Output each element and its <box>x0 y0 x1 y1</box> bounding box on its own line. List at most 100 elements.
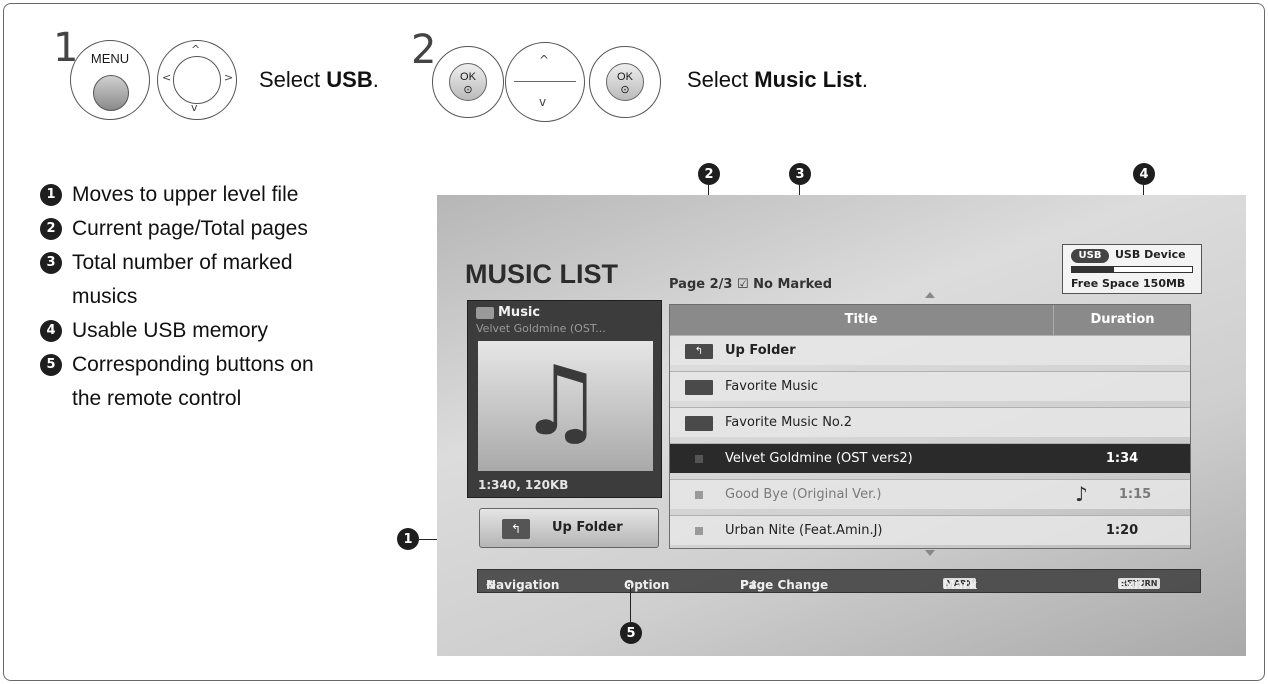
legend-item-4: 4 Usable USB memory <box>40 314 268 348</box>
menu-button-illustration: MENU <box>70 40 150 120</box>
legend-text: Total number of marked <box>72 251 293 274</box>
mark-label: Mark <box>943 578 977 592</box>
row-duration: 1:20 <box>1105 523 1139 538</box>
album-art: ♫ <box>478 341 653 471</box>
legend-badge: 2 <box>40 218 62 240</box>
legend-text-cont: the remote control <box>72 387 242 410</box>
dpad-center <box>173 56 221 104</box>
scroll-up-icon[interactable] <box>925 292 935 298</box>
now-playing-track: Velvet Goldmine (OST... <box>476 322 606 335</box>
music-icon <box>476 307 494 319</box>
table-row-selected[interactable]: Velvet Goldmine (OST vers2) 1:34 <box>670 443 1190 473</box>
row-name: Favorite Music No.2 <box>725 415 853 430</box>
mark-checkbox[interactable] <box>695 491 703 499</box>
up-folder-icon: ↰ <box>502 519 530 539</box>
step-2-suffix: . <box>861 67 868 92</box>
usb-space-bar <box>1071 266 1193 273</box>
now-playing-label: Music <box>498 305 541 320</box>
table-row[interactable]: ↰ Up Folder <box>670 335 1190 365</box>
chevron-down-icon: v <box>191 101 198 114</box>
legend-text: Corresponding buttons on <box>72 353 314 376</box>
ok-label: OK <box>460 71 476 83</box>
legend-item-3: 3 Total number of marked musics <box>40 246 293 314</box>
mark-checkbox[interactable] <box>695 455 703 463</box>
step-1-instruction: Select USB. <box>259 67 379 93</box>
chevron-up-icon: ^ <box>539 53 550 67</box>
ok-knob: OK ⊙ <box>449 63 487 101</box>
ok-label: OK <box>617 71 633 83</box>
exit-label: Exit <box>1118 578 1144 592</box>
music-note-icon: ♫ <box>518 345 605 457</box>
tv-screen: MUSIC LIST Page 2/3 ☑ No Marked USB USB … <box>437 195 1246 656</box>
ok-button-illustration-2: OK ⊙ <box>589 46 661 118</box>
step-2-number: 2 <box>411 27 437 73</box>
legend-badge: 4 <box>40 320 62 342</box>
up-down-illustration: ^ v <box>505 42 585 122</box>
row-name: Favorite Music <box>725 379 819 394</box>
music-file-table: Title Duration ↰ Up Folder Favorite Musi… <box>669 304 1191 549</box>
step-2-prefix: Select <box>687 67 755 92</box>
table-header: Title Duration <box>670 305 1190 335</box>
table-row[interactable]: Urban Nite (Feat.Amin.J) 1:20 <box>670 515 1190 545</box>
legend-item-5: 5 Corresponding buttons on the remote cont… <box>40 348 314 416</box>
usb-free-space: Free Space 150MB <box>1071 277 1186 290</box>
callout-2: 2 <box>698 163 720 185</box>
step-2-target: Music List <box>754 67 862 92</box>
legend-badge: 1 <box>40 184 62 206</box>
row-name: Urban Nite (Feat.Amin.J) <box>725 523 883 538</box>
now-playing-panel: Music Velvet Goldmine (OST... ♫ 1:340, 1… <box>467 300 662 498</box>
chevron-up-icon: ^ <box>191 43 201 56</box>
divider <box>514 81 576 82</box>
mark-checkbox[interactable] <box>695 527 703 535</box>
legend-text: Current page/Total pages <box>72 217 308 240</box>
dpad-illustration: ^ < > v <box>157 40 237 120</box>
nav-label: Navigation <box>486 578 560 592</box>
legend-badge: 5 <box>40 354 62 376</box>
row-duration: 1:15 <box>1118 487 1152 502</box>
legend-text-cont: musics <box>72 285 138 308</box>
column-title: Title <box>844 312 878 327</box>
callout-4: 4 <box>1133 163 1155 185</box>
menu-label: MENU <box>90 51 130 66</box>
legend-text: Usable USB memory <box>72 319 269 342</box>
callout-5: 5 <box>620 622 642 644</box>
callout-1: 1 <box>397 528 419 550</box>
step-1-suffix: . <box>372 67 379 92</box>
usb-space-fill <box>1072 267 1114 272</box>
step-1-target: USB <box>326 67 373 92</box>
row-name: Good Bye (Original Ver.) <box>725 487 882 502</box>
legend-badge: 3 <box>40 252 62 274</box>
now-playing-info: 1:340, 120KB <box>478 478 569 492</box>
table-row[interactable]: Good Bye (Original Ver.) ♪ 1:15 <box>670 479 1190 509</box>
scroll-down-icon[interactable] <box>925 550 935 556</box>
up-folder-label: Up Folder <box>552 520 623 535</box>
row-name: Up Folder <box>725 343 796 358</box>
callout-3: 3 <box>789 163 811 185</box>
legend-text: Moves to upper level file <box>72 183 299 206</box>
page-change-label: Page Change <box>740 578 829 592</box>
chevron-right-icon: > <box>224 71 234 84</box>
up-folder-button[interactable]: ↰ Up Folder <box>479 508 659 548</box>
folder-icon <box>685 416 713 431</box>
column-duration: Duration <box>1053 305 1191 335</box>
step-1-prefix: Select <box>259 67 327 92</box>
table-row[interactable]: Favorite Music No.2 <box>670 407 1190 437</box>
table-row[interactable]: Favorite Music <box>670 371 1190 401</box>
up-folder-icon: ↰ <box>685 344 713 359</box>
step-2-instruction: Select Music List. <box>687 67 868 93</box>
menu-button-knob <box>93 75 129 111</box>
chevron-down-icon: v <box>539 95 547 109</box>
page-info: Page 2/3 ☑ No Marked <box>669 277 833 292</box>
legend-item-2: 2 Current page/Total pages <box>40 212 308 246</box>
row-name: Velvet Goldmine (OST vers2) <box>725 451 913 466</box>
ok-knob: OK ⊙ <box>606 63 644 101</box>
ok-button-illustration-1: OK ⊙ <box>432 46 504 118</box>
legend-item-1: 1 Moves to upper level file <box>40 178 298 212</box>
folder-icon <box>685 380 713 395</box>
usb-icon: USB <box>1071 249 1109 263</box>
screen-title: MUSIC LIST <box>465 259 618 289</box>
usb-device-name: USB Device <box>1115 248 1186 261</box>
callout-5-line <box>630 585 631 622</box>
row-duration: 1:34 <box>1105 451 1139 466</box>
remote-control-bar: ✥ Navigation ⊙ Option P⇕ Page Change MAR… <box>477 569 1201 593</box>
